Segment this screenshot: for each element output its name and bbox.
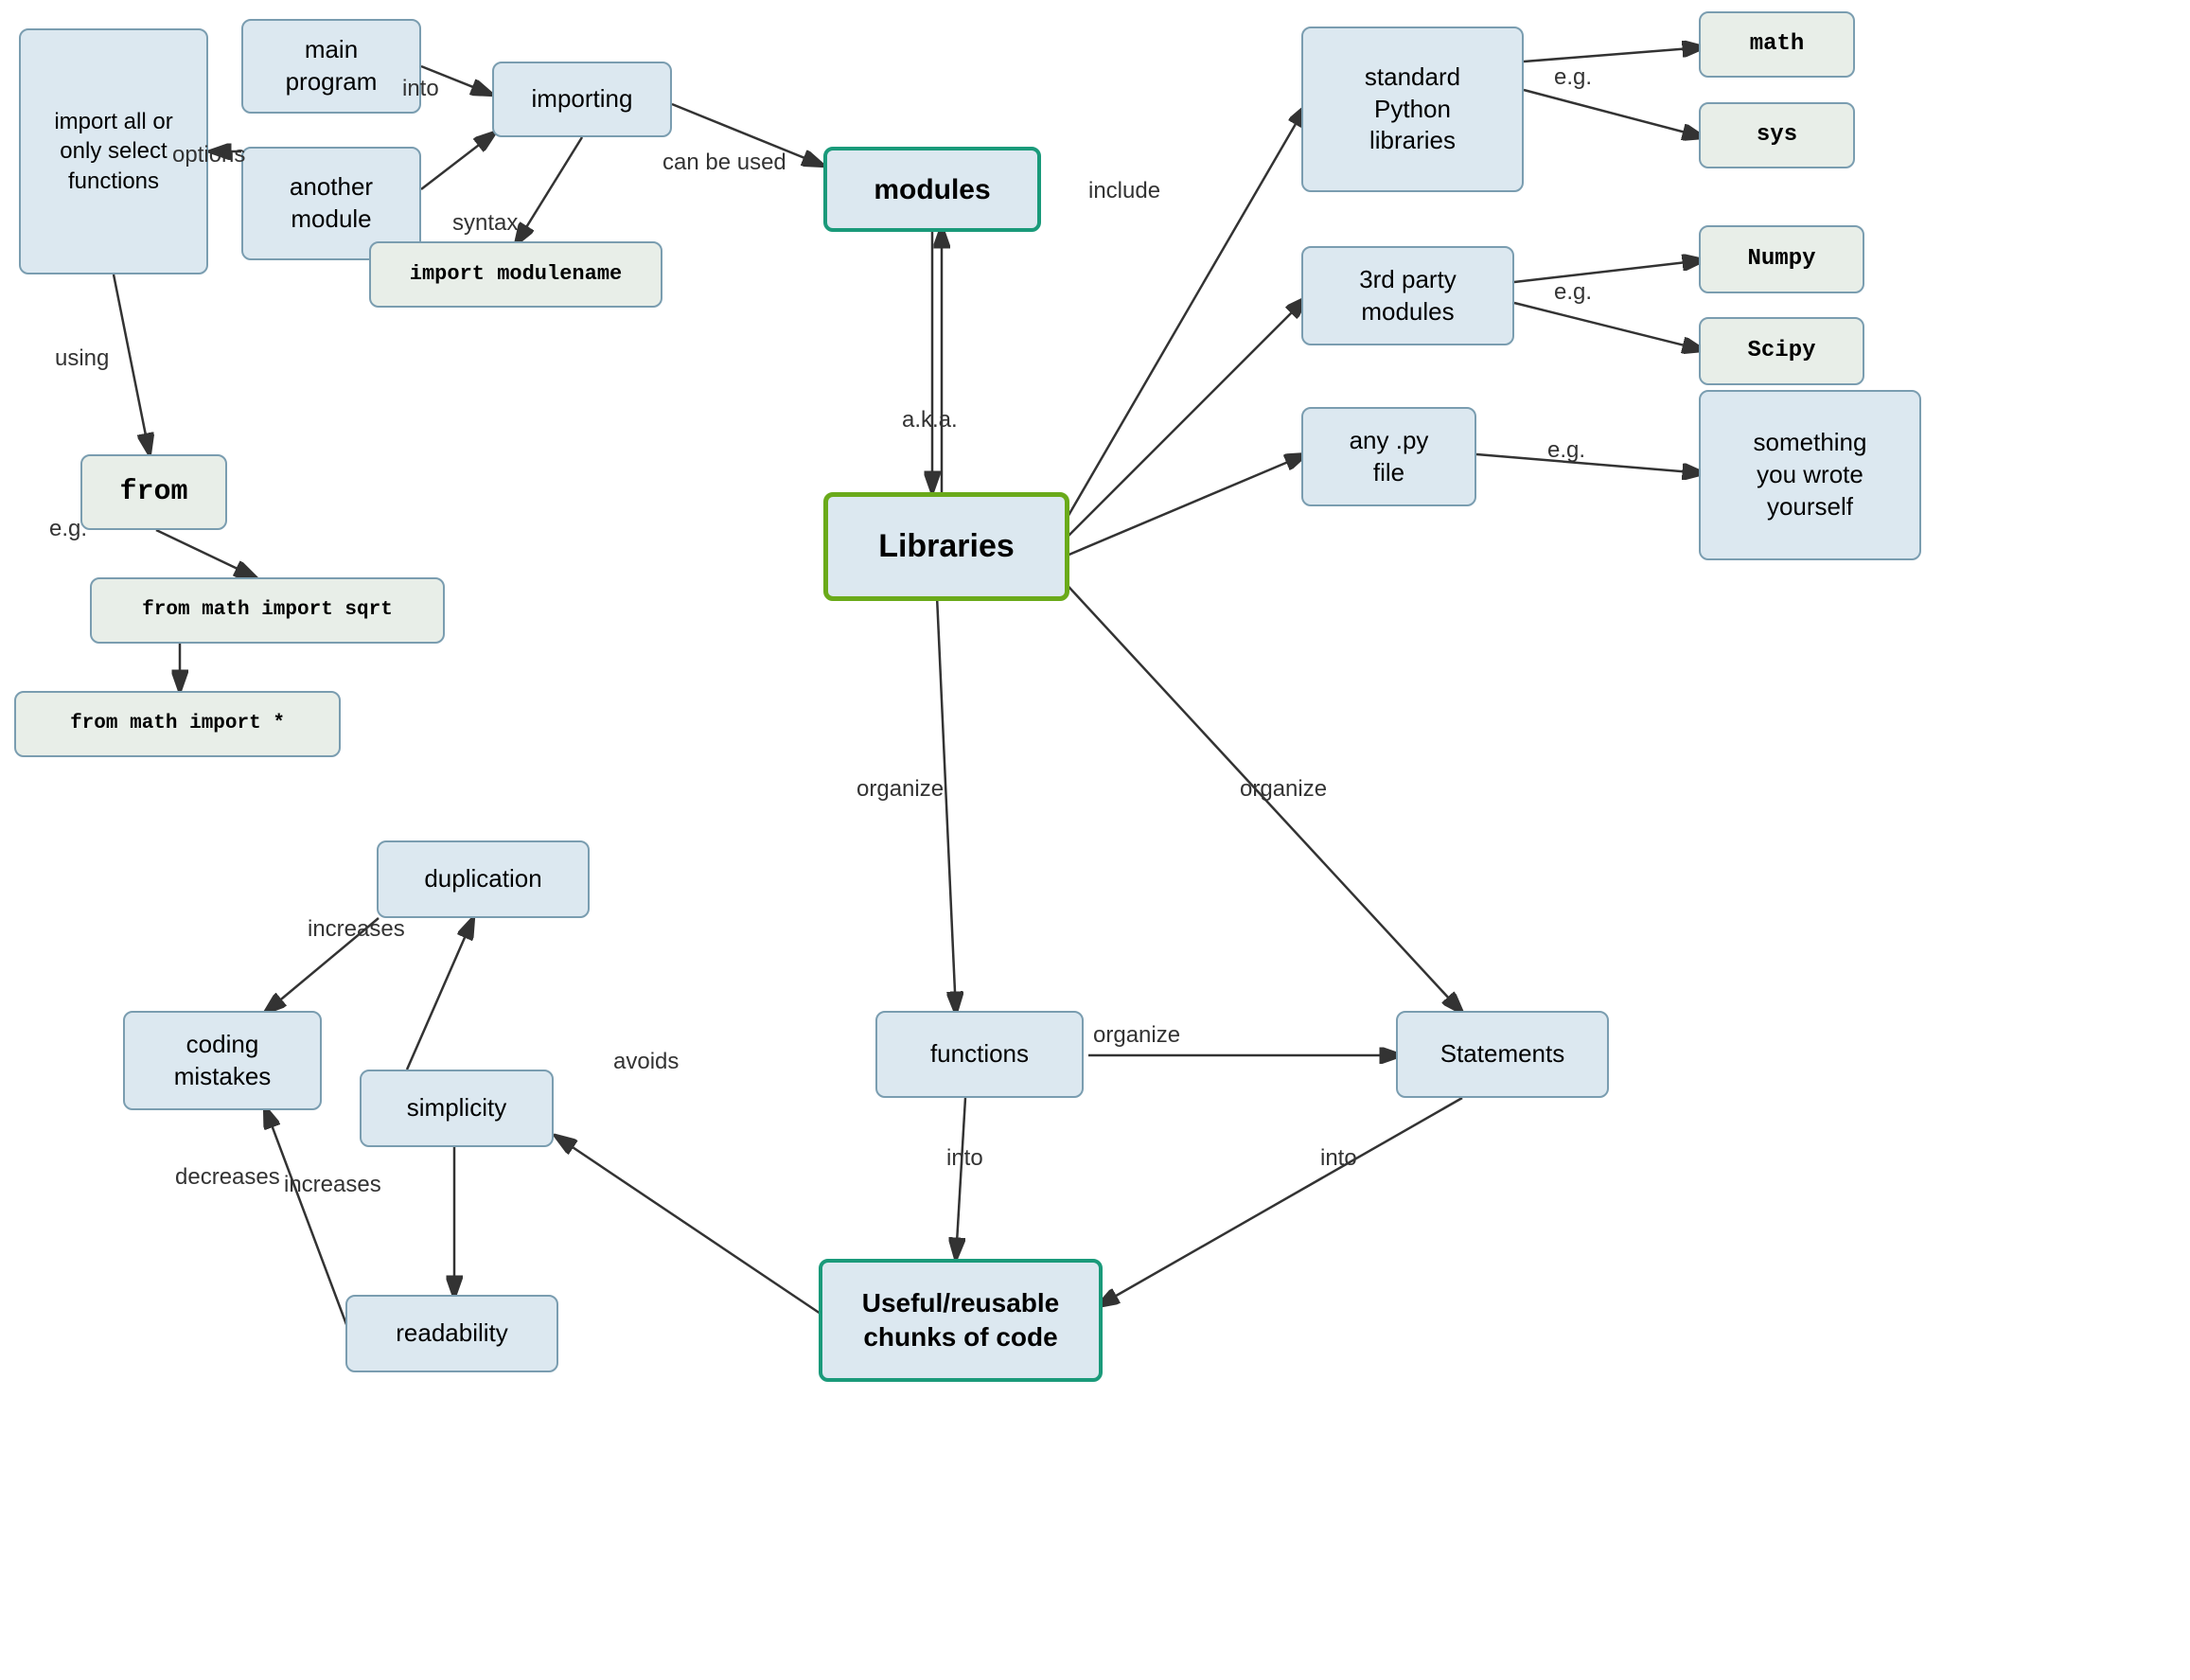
statements-node: Statements — [1396, 1011, 1609, 1098]
libraries-node: Libraries — [823, 492, 1069, 601]
eg1-label: e.g. — [49, 516, 87, 542]
using-label: using — [55, 345, 109, 372]
eg2-label: e.g. — [1554, 64, 1592, 91]
import-modulename-node: import modulename — [369, 241, 662, 308]
math-node: math — [1699, 11, 1855, 78]
avoids-label: avoids — [613, 1049, 679, 1075]
increases2-label: increases — [284, 1172, 381, 1198]
simplicity-node: simplicity — [360, 1070, 554, 1147]
main-program-node: mainprogram — [241, 19, 421, 114]
any-py-node: any .pyfile — [1301, 407, 1476, 506]
standard-python-node: standardPythonlibraries — [1301, 27, 1524, 192]
coding-mistakes-node: codingmistakes — [123, 1011, 322, 1110]
organize2-label: organize — [1240, 776, 1327, 803]
increases1-label: increases — [308, 916, 405, 943]
functions-node: functions — [875, 1011, 1084, 1098]
into-label: into — [402, 76, 439, 102]
options-label: options — [172, 142, 245, 168]
from-math-star-node: from math import * — [14, 691, 341, 757]
include-label: include — [1088, 178, 1160, 204]
decreases-label: decreases — [175, 1164, 280, 1191]
importing-node: importing — [492, 62, 672, 137]
modules-node: modules — [823, 147, 1041, 232]
third-party-node: 3rd partymodules — [1301, 246, 1514, 345]
useful-reusable-node: Useful/reusablechunks of code — [819, 1259, 1103, 1382]
from-node: from — [80, 454, 227, 530]
into2-label: into — [946, 1145, 983, 1172]
organize3-label: organize — [1093, 1022, 1180, 1049]
can-be-used-label: can be used — [662, 150, 786, 176]
readability-node: readability — [345, 1295, 558, 1372]
eg3-label: e.g. — [1554, 279, 1592, 306]
duplication-node: duplication — [377, 840, 590, 918]
numpy-node: Numpy — [1699, 225, 1864, 293]
from-math-sqrt-node: from math import sqrt — [90, 577, 445, 644]
eg4-label: e.g. — [1547, 437, 1585, 464]
aka-label: a.k.a. — [902, 407, 958, 433]
syntax-label: syntax — [452, 210, 518, 237]
organize1-label: organize — [857, 776, 944, 803]
sys-node: sys — [1699, 102, 1855, 168]
scipy-node: Scipy — [1699, 317, 1864, 385]
something-yourself-node: somethingyou wroteyourself — [1699, 390, 1921, 560]
into3-label: into — [1320, 1145, 1357, 1172]
